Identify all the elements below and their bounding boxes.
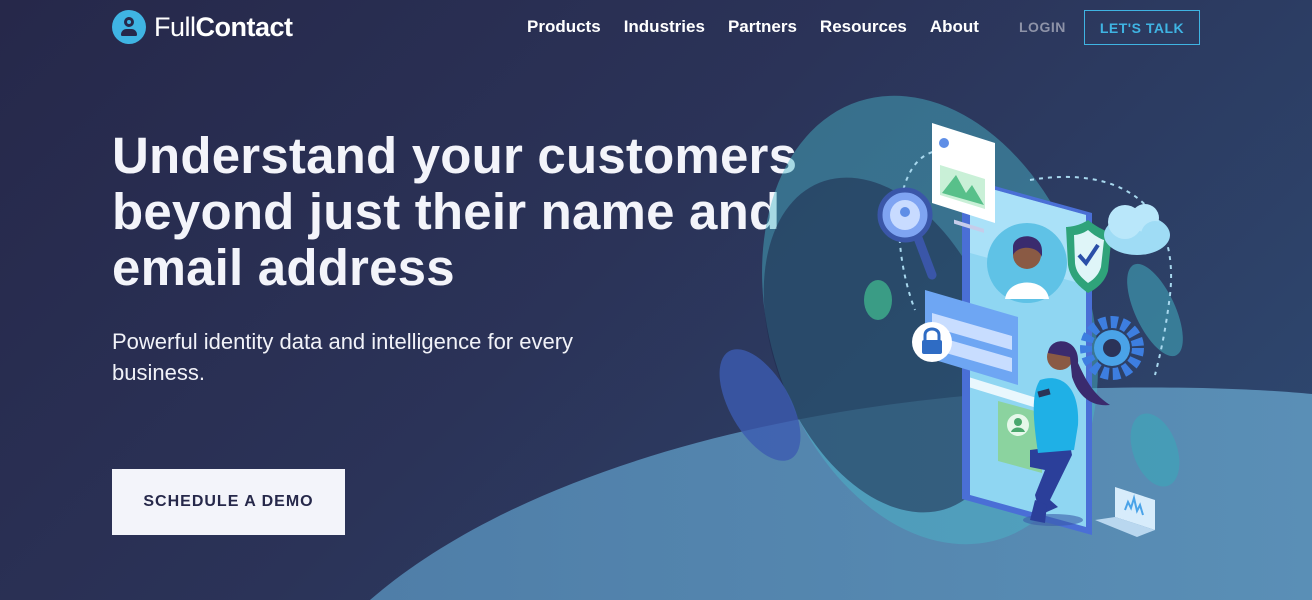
main-nav: Products Industries Partners Resources A… bbox=[527, 17, 979, 37]
nav-industries[interactable]: Industries bbox=[624, 17, 705, 37]
lets-talk-button[interactable]: LET'S TALK bbox=[1084, 10, 1200, 45]
laptop-icon bbox=[1095, 487, 1155, 537]
fullcontact-logo[interactable]: FullContact bbox=[112, 10, 293, 44]
logo-person-icon bbox=[112, 10, 146, 44]
hero-illustration bbox=[719, 95, 1183, 545]
hero-subtext: Powerful identity data and intelligence … bbox=[112, 329, 574, 385]
login-link[interactable]: LOGIN bbox=[1019, 19, 1066, 35]
nav-partners[interactable]: Partners bbox=[728, 17, 797, 37]
schedule-demo-button[interactable]: SCHEDULE A DEMO bbox=[112, 469, 345, 535]
nav-resources[interactable]: Resources bbox=[820, 17, 907, 37]
person-avatar-icon bbox=[987, 223, 1067, 303]
nav-about[interactable]: About bbox=[930, 17, 979, 37]
nav-products[interactable]: Products bbox=[527, 17, 601, 37]
logo-wordmark: FullContact bbox=[154, 11, 293, 42]
cloud-icon bbox=[1104, 204, 1170, 255]
lock-icon bbox=[912, 322, 952, 362]
